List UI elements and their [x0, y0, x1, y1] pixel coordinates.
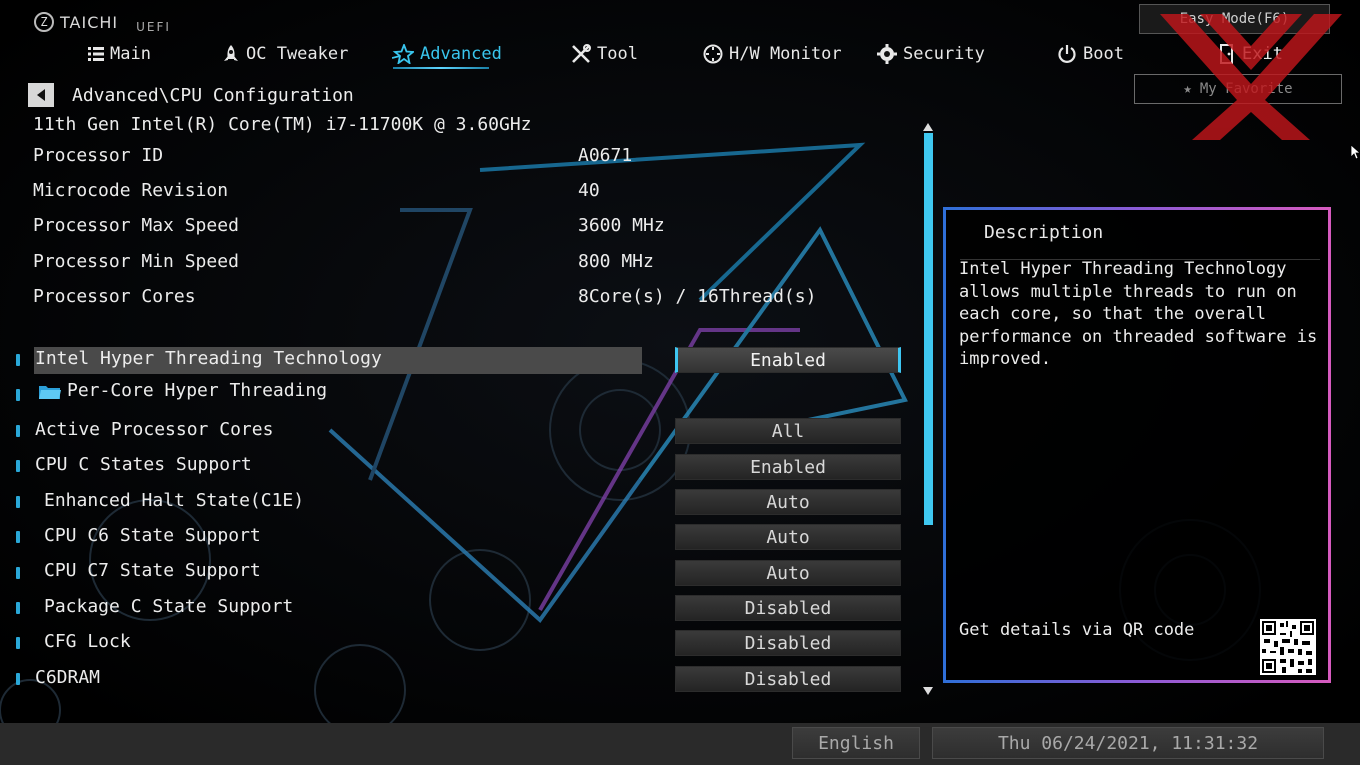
row-bullet-icon — [16, 460, 20, 472]
tab-label: OC Tweaker — [246, 44, 349, 64]
tab-main[interactable]: Main — [88, 42, 151, 66]
tab-security[interactable]: Security — [877, 42, 985, 66]
breadcrumb-path: Advanced\CPU Configuration — [72, 84, 354, 106]
info-label: Processor ID — [33, 145, 164, 166]
tools-icon — [572, 44, 591, 63]
tab-label: H/W Monitor — [729, 44, 842, 64]
info-label: Microcode Revision — [33, 180, 229, 201]
monitor-icon — [703, 44, 723, 64]
power-icon — [1058, 45, 1076, 63]
package-c-state-value[interactable]: Disabled — [675, 595, 901, 621]
description-body: Intel Hyper Threading Technology allows … — [959, 259, 1318, 370]
info-value: 8Core(s) / 16Thread(s) — [578, 286, 817, 307]
enhanced-halt-state-value[interactable]: Auto — [675, 489, 901, 515]
mouse-cursor-icon — [1350, 144, 1360, 160]
setting-enhanced-halt-state[interactable]: Enhanced Halt State(C1E) — [44, 490, 304, 511]
star-icon — [392, 44, 414, 64]
taichi-mark-icon: Z — [34, 12, 54, 32]
tab-label: Advanced — [420, 44, 502, 64]
info-value: A0671 — [578, 145, 633, 166]
active-processor-cores-value[interactable]: All — [675, 418, 901, 444]
hyper-threading-value[interactable]: Enabled — [675, 347, 901, 373]
row-bullet-icon — [16, 602, 20, 614]
folder-icon — [38, 383, 62, 401]
language-button[interactable]: English — [792, 727, 920, 759]
brand-name: TAICHI — [60, 12, 119, 32]
tab-boot[interactable]: Boot — [1057, 42, 1124, 66]
row-bullet-icon — [16, 531, 20, 543]
watermark-logo — [1160, 14, 1342, 140]
tab-hw-monitor[interactable]: H/W Monitor — [703, 42, 842, 66]
row-bullet-icon — [16, 673, 20, 685]
qr-label: Get details via QR code — [959, 620, 1195, 640]
qr-code-icon — [1260, 619, 1316, 675]
info-label: Processor Cores — [33, 286, 196, 307]
gear-shield-icon — [877, 44, 897, 64]
info-value: 40 — [578, 180, 600, 201]
cpu-c-states-value[interactable]: Enabled — [675, 454, 901, 480]
info-label: Processor Min Speed — [33, 251, 239, 272]
row-bullet-icon — [16, 425, 20, 437]
row-bullet-icon — [16, 496, 20, 508]
breadcrumb: Advanced\CPU Configuration — [28, 82, 354, 108]
row-bullet-icon — [16, 637, 20, 649]
setting-c6dram[interactable]: C6DRAM — [35, 667, 100, 688]
tab-label: Main — [110, 44, 151, 64]
back-arrow-icon[interactable] — [28, 83, 54, 107]
cpu-c6-state-value[interactable]: Auto — [675, 524, 901, 550]
tab-label: Tool — [597, 44, 638, 64]
info-value: 3600 MHz — [578, 215, 665, 236]
tab-label: Security — [903, 44, 985, 64]
cpu-model: 11th Gen Intel(R) Core(TM) i7-11700K @ 3… — [33, 114, 532, 135]
row-bullet-icon — [16, 389, 20, 401]
taichi-logo: Z TAICHI UEFI — [34, 9, 171, 35]
row-bullet-icon — [16, 567, 20, 579]
setting-cpu-c6-state[interactable]: CPU C6 State Support — [44, 525, 261, 546]
cfg-lock-value[interactable]: Disabled — [675, 630, 901, 656]
c6dram-value[interactable]: Disabled — [675, 666, 901, 692]
info-value: 800 MHz — [578, 251, 654, 272]
tab-label: Boot — [1083, 44, 1124, 64]
tab-tool[interactable]: Tool — [571, 42, 638, 66]
setting-cfg-lock[interactable]: CFG Lock — [44, 631, 131, 652]
description-panel: Description Intel Hyper Threading Techno… — [943, 207, 1331, 683]
datetime-label: Thu 06/24/2021, 11:31:32 — [997, 732, 1259, 754]
setting-active-processor-cores[interactable]: Active Processor Cores — [35, 419, 273, 440]
tab-oc-tweaker[interactable]: OC Tweaker — [222, 42, 348, 66]
setting-package-c-state[interactable]: Package C State Support — [44, 596, 293, 617]
setting-per-core-hyper-threading[interactable]: Per-Core Hyper Threading — [67, 380, 327, 401]
brand-suffix: UEFI — [136, 20, 171, 34]
setting-cpu-c7-state[interactable]: CPU C7 State Support — [44, 560, 261, 581]
scrollbar-thumb[interactable] — [924, 133, 933, 525]
tab-advanced[interactable]: Advanced — [392, 42, 502, 66]
info-label: Processor Max Speed — [33, 215, 239, 236]
language-label: English — [818, 732, 894, 754]
cpu-c7-state-value[interactable]: Auto — [675, 560, 901, 586]
datetime-display: Thu 06/24/2021, 11:31:32 — [932, 727, 1324, 759]
list-icon — [88, 47, 104, 61]
setting-hyper-threading[interactable]: Intel Hyper Threading Technology — [35, 348, 382, 369]
setting-cpu-c-states[interactable]: CPU C States Support — [35, 454, 252, 475]
active-tab-indicator — [393, 67, 489, 69]
rocket-icon — [224, 45, 238, 61]
row-bullet-icon — [16, 354, 20, 366]
description-title: Description — [984, 222, 1104, 243]
